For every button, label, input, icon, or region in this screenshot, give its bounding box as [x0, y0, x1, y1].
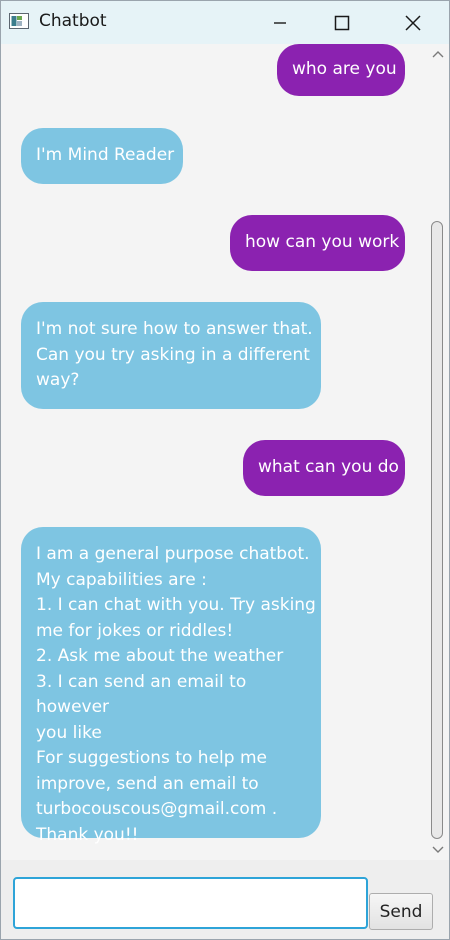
message-bot-2: I'm not sure how to answer that. Can you…: [21, 302, 321, 409]
app-icon: [9, 13, 29, 29]
chat-message-area[interactable]: who are you I'm Mind Reader how can you …: [1, 44, 427, 860]
message-user-2: how can you work: [230, 215, 405, 271]
scroll-down-icon[interactable]: [431, 844, 445, 856]
send-button[interactable]: Send: [369, 893, 433, 930]
message-user-3: what can you do: [243, 440, 405, 496]
maximize-icon: [334, 15, 350, 30]
message-bot-3: I am a general purpose chatbot. My capab…: [21, 527, 321, 845]
message-bot-1: I'm Mind Reader: [21, 128, 183, 184]
input-bar: Send: [1, 860, 449, 939]
message-user-1: who are you: [277, 44, 405, 96]
close-button[interactable]: [390, 1, 436, 44]
close-icon: [405, 14, 421, 31]
chatbot-window: Chatbot who are you I'm Mind Reader how …: [0, 0, 450, 940]
chat-scrollbar[interactable]: [428, 44, 448, 860]
minimize-icon: [274, 21, 286, 24]
window-title: Chatbot: [39, 11, 107, 31]
message-input[interactable]: [13, 877, 368, 929]
maximize-button[interactable]: [319, 1, 365, 44]
title-bar[interactable]: Chatbot: [1, 1, 449, 44]
scroll-up-icon[interactable]: [431, 48, 445, 60]
minimize-button[interactable]: [257, 1, 303, 44]
scroll-thumb[interactable]: [431, 221, 443, 839]
